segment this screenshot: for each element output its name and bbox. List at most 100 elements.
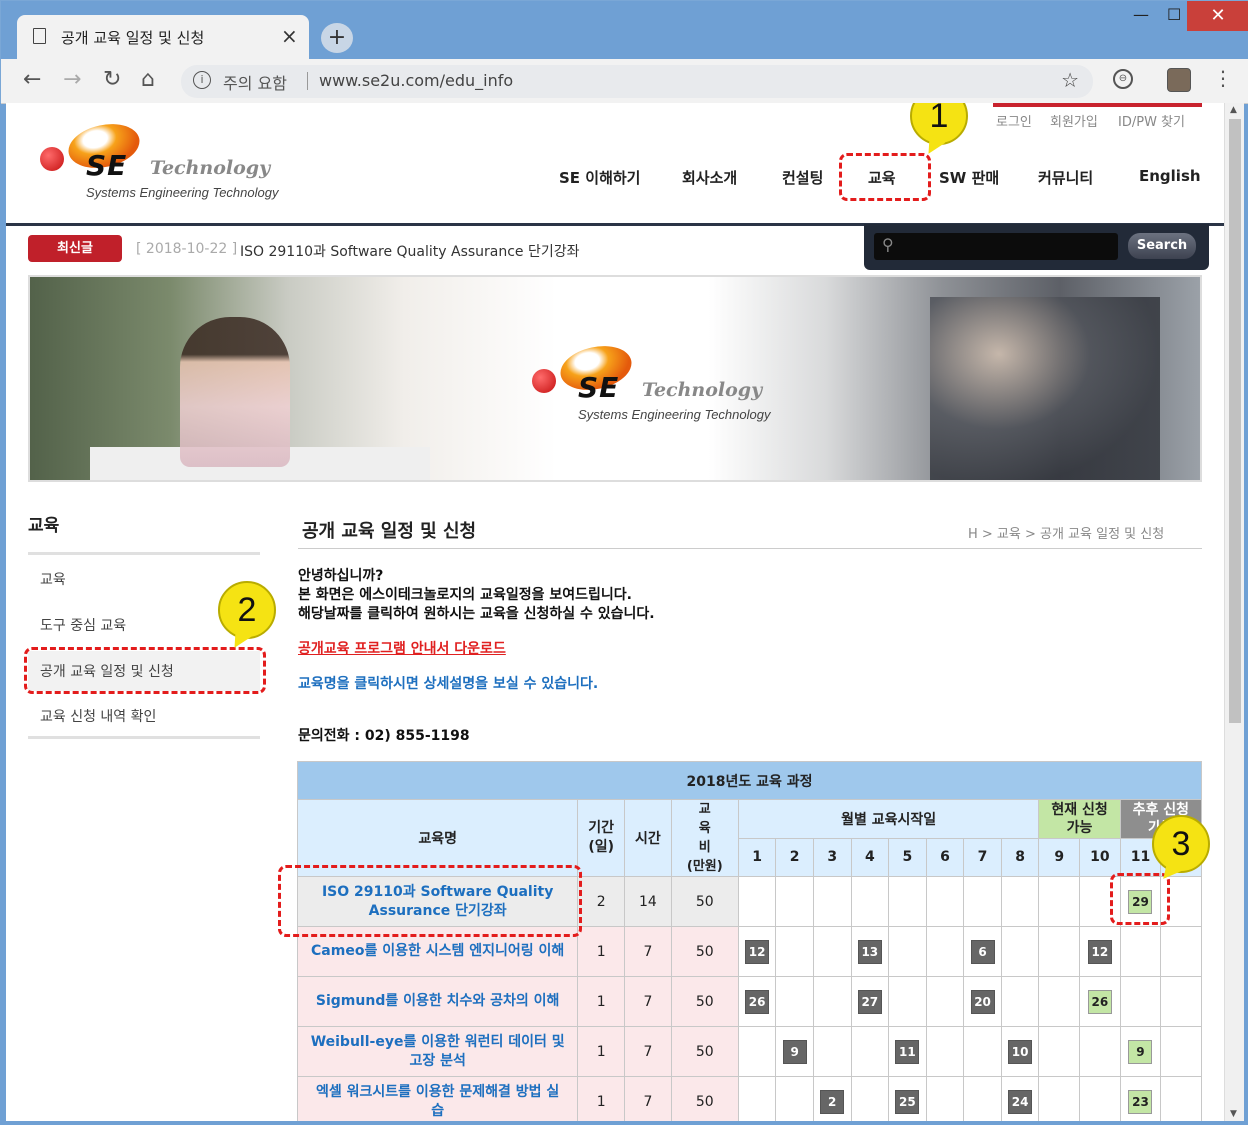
start-date-button[interactable]: 9 — [1128, 1039, 1153, 1064]
url-text[interactable]: www.se2u.com/edu_info — [319, 71, 513, 90]
download-link[interactable]: 공개교육 프로그램 안내서 다운로드 — [298, 638, 506, 658]
course-name-line-1[interactable]: Weibull-eye를 이용한 워런티 데이터 및 — [311, 1034, 565, 1050]
page-viewport: 로그인 회원가입 ID/PW 찾기 SE Technology Systems … — [6, 103, 1224, 1121]
omnibox[interactable]: i 주의 요함 www.se2u.com/edu_info ☆ — [181, 65, 1093, 98]
callout-3: 3 — [1152, 815, 1210, 873]
start-date-button[interactable]: 26 — [1087, 989, 1112, 1014]
nav-sw-sales[interactable]: SW 판매 — [939, 167, 999, 188]
course-hours: 7 — [624, 1076, 672, 1121]
security-label[interactable]: 주의 요함 — [223, 70, 287, 94]
start-date-button[interactable]: 12 — [1087, 939, 1112, 964]
month-cell-empty — [1160, 1076, 1202, 1121]
reload-icon[interactable]: ↻ — [103, 67, 121, 92]
maximize-icon[interactable]: ☐ — [1167, 5, 1181, 24]
login-link[interactable]: 로그인 — [996, 111, 1032, 130]
start-date-button[interactable]: 11 — [895, 1039, 920, 1064]
month-cell: 12 — [1079, 926, 1121, 977]
page-icon — [33, 28, 46, 44]
course-name-link[interactable]: 엑셀 워크시트를 이용한 문제해결 방법 실습 — [296, 1076, 579, 1121]
banner-logo-tech: Technology — [642, 379, 763, 401]
extension-icon[interactable]: ⊖ — [1113, 69, 1133, 89]
month-cell-empty — [775, 876, 814, 927]
col-header-fee-l1: 교 — [698, 802, 711, 817]
news-link[interactable]: ISO 29110과 Software Quality Assurance 단기… — [240, 241, 580, 261]
month-cell-empty — [1038, 876, 1081, 927]
menu-icon[interactable]: ⋮ — [1213, 66, 1233, 90]
course-name-line-1[interactable]: 엑셀 워크시트를 이용한 문제해결 방법 실 — [316, 1084, 559, 1100]
nav-consulting[interactable]: 컨설팅 — [782, 167, 823, 188]
lnb-item-application-history[interactable]: 교육 신청 내역 확인 — [40, 706, 156, 726]
search-input[interactable]: ⚲ — [874, 233, 1118, 260]
course-name-link[interactable]: Weibull-eye를 이용한 워런티 데이터 및고장 분석 — [296, 1026, 579, 1077]
nav-company[interactable]: 회사소개 — [682, 167, 737, 188]
start-date-button[interactable]: 27 — [857, 989, 882, 1014]
course-name-line-1[interactable]: Sigmund를 이용한 치수와 공차의 이해 — [316, 993, 560, 1009]
lnb-item-education[interactable]: 교육 — [40, 569, 66, 589]
start-date-button[interactable]: 25 — [895, 1089, 920, 1114]
course-fee: 50 — [670, 926, 739, 977]
month-cell: 23 — [1119, 1076, 1162, 1121]
tab-close-icon[interactable]: × — [281, 24, 298, 48]
start-date-button[interactable]: 2 — [820, 1089, 845, 1114]
new-tab-button[interactable]: + — [321, 23, 353, 53]
col-header-days-l2: (일) — [588, 839, 615, 855]
profile-icon[interactable] — [1167, 68, 1191, 92]
col-header-days: 기간 (일) — [577, 799, 626, 877]
month-cell-empty — [812, 1026, 852, 1077]
banner-woman-image — [180, 317, 290, 467]
start-date-button[interactable]: 20 — [970, 989, 995, 1014]
nav-se-intro[interactable]: SE 이해하기 — [559, 167, 640, 188]
signup-link[interactable]: 회원가입 — [1050, 111, 1098, 130]
month-cell-empty — [1038, 976, 1081, 1027]
accent-line — [993, 103, 1202, 107]
minimize-icon[interactable]: — — [1133, 5, 1149, 24]
course-name-line-1[interactable]: Cameo를 이용한 시스템 엔지니어링 이해 — [311, 943, 564, 959]
course-name-line-2[interactable]: 고장 분석 — [409, 1053, 465, 1069]
start-date-button[interactable]: 12 — [745, 939, 770, 964]
month-cell-empty — [812, 876, 852, 927]
month-6: 6 — [925, 837, 965, 877]
star-icon[interactable]: ☆ — [1061, 68, 1079, 92]
scroll-up-icon[interactable]: ▲ — [1230, 105, 1237, 115]
start-date-button[interactable]: 23 — [1128, 1089, 1153, 1114]
page-scrollbar[interactable]: ▲ ▼ — [1224, 103, 1244, 1121]
nav-english[interactable]: English — [1139, 167, 1201, 185]
start-date-button[interactable]: 6 — [970, 939, 995, 964]
month-cell-empty — [737, 1026, 777, 1077]
month-cell: 11 — [888, 1026, 927, 1077]
course-name-link[interactable]: Sigmund를 이용한 치수와 공차의 이해 — [296, 976, 579, 1027]
highlight-date-29 — [1110, 873, 1170, 925]
back-icon[interactable]: ← — [23, 67, 41, 92]
month-cell-empty — [925, 926, 965, 977]
month-4: 4 — [850, 837, 890, 877]
start-date-button[interactable]: 9 — [782, 1039, 807, 1064]
home-icon[interactable]: ⌂ — [141, 67, 155, 92]
course-name-line-2[interactable]: 습 — [431, 1103, 444, 1119]
site-logo[interactable]: SE Technology Systems Engineering Techno… — [38, 117, 290, 206]
news-badge: 최신글 — [28, 235, 122, 262]
intro-line-3: 해당날짜를 클릭하여 원하시는 교육을 신청하실 수 있습니다. — [298, 606, 655, 622]
month-cell-empty — [775, 976, 814, 1027]
close-window-button[interactable]: ✕ — [1187, 1, 1248, 31]
find-id-link[interactable]: ID/PW 찾기 — [1118, 111, 1185, 130]
lnb-item-tool-education[interactable]: 도구 중심 교육 — [40, 615, 126, 635]
browser-tab[interactable]: 공개 교육 일정 및 신청 × — [17, 15, 309, 59]
start-date-button[interactable]: 13 — [857, 939, 882, 964]
search-button[interactable]: Search — [1128, 233, 1196, 259]
nav-community[interactable]: 커뮤니티 — [1038, 167, 1093, 188]
info-icon[interactable]: i — [193, 71, 211, 89]
month-8: 8 — [1000, 837, 1040, 877]
forward-icon[interactable]: → — [63, 67, 81, 92]
highlight-course-name — [278, 865, 582, 937]
start-date-button[interactable]: 26 — [745, 989, 770, 1014]
search-box: ⚲ Search — [864, 224, 1209, 270]
lnb-divider-bottom — [28, 736, 260, 739]
scroll-down-icon[interactable]: ▼ — [1230, 1109, 1237, 1119]
month-cell: 26 — [737, 976, 777, 1027]
banner-logo: SE Technology Systems Engineering Techno… — [530, 339, 782, 428]
month-cell-empty — [888, 976, 927, 1027]
scroll-thumb[interactable] — [1229, 119, 1241, 723]
course-days: 2 — [577, 876, 626, 927]
start-date-button[interactable]: 24 — [1008, 1089, 1033, 1114]
start-date-button[interactable]: 10 — [1008, 1039, 1033, 1064]
